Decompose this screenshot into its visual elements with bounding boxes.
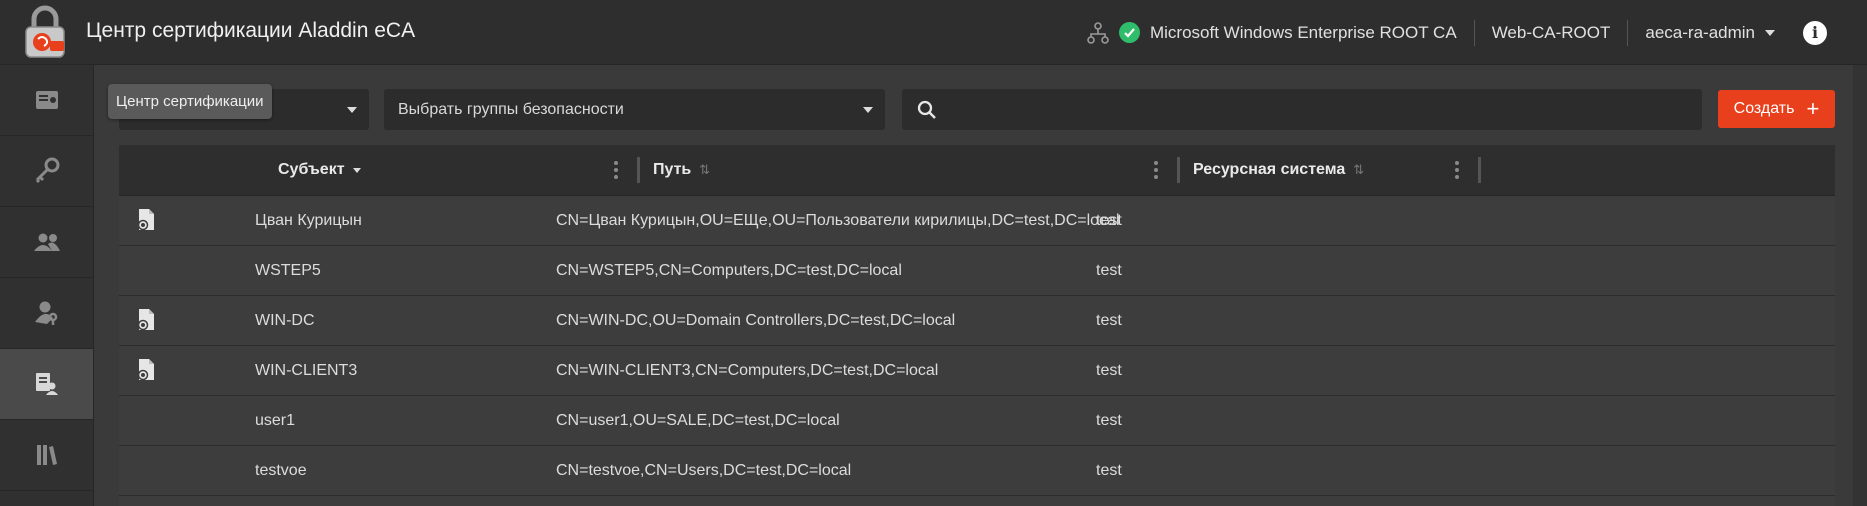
table-row[interactable]: WSTEP5 CN=WSTEP5,CN=Computers,DC=test,DC=… (119, 246, 1835, 296)
table-row[interactable]: Цван Курицын CN=Цван Курицын,OU=ЕЩе,OU=По… (119, 196, 1835, 246)
search-input[interactable] (902, 89, 1702, 130)
cell-resource-system: test (1096, 262, 1122, 279)
users-icon (33, 233, 60, 251)
sidebar-item-keys[interactable] (0, 136, 93, 207)
column-header-resource-system[interactable]: Ресурсная система ⇅ (1193, 145, 1364, 195)
cell-resource-system: test (1096, 312, 1122, 329)
column-menu-icon[interactable] (1455, 161, 1459, 179)
cell-resource-system: test (1096, 212, 1122, 229)
divider (1627, 19, 1629, 46)
create-button[interactable]: Создать + (1718, 90, 1835, 128)
cell-subject: testvoe (255, 462, 307, 479)
app-title: Центр сертификации Aladdin eCA (86, 19, 416, 42)
chevron-down-icon (347, 107, 357, 113)
padlock-logo-icon[interactable] (20, 5, 70, 61)
column-label-resource-system: Ресурсная система (1193, 161, 1346, 178)
column-menu-icon[interactable] (1154, 161, 1158, 179)
subjects-icon (35, 373, 58, 395)
cell-resource-system: test (1096, 462, 1122, 479)
column-resize-handle[interactable] (1177, 157, 1180, 183)
table-row[interactable]: user1 CN=user1,OU=SALE,DC=test,DC=local te… (119, 396, 1835, 446)
column-resize-handle[interactable] (1478, 157, 1481, 183)
plus-icon: + (1806, 96, 1820, 121)
create-button-label: Создать (1733, 100, 1795, 117)
certificate-icon (35, 91, 58, 109)
user-key-icon (34, 301, 57, 325)
user-menu[interactable]: aeca-ra-admin (1645, 23, 1775, 43)
chevron-down-icon (863, 107, 873, 113)
main-content: Центр сертификации Выбрать группы безопа… (94, 65, 1867, 506)
cell-subject: user1 (255, 412, 296, 429)
cell-path: CN=WIN-CLIENT3,CN=Computers,DC=test,DC=l… (556, 362, 939, 379)
scrollbar[interactable] (1853, 65, 1867, 506)
ca-hierarchy-icon[interactable] (1087, 21, 1109, 44)
top-bar: Центр сертификации Aladdin eCA Microsoft… (0, 0, 1867, 65)
certificate-file-icon (136, 358, 158, 382)
sort-icon: ⇅ (699, 162, 711, 177)
cell-resource-system: test (1096, 412, 1122, 429)
cell-resource-system: test (1096, 362, 1122, 379)
security-groups-placeholder: Выбрать группы безопасности (398, 100, 624, 118)
column-label-path: Путь (653, 161, 692, 178)
sidebar-item-certificates[interactable] (0, 65, 93, 136)
cell-subject: WIN-CLIENT3 (255, 362, 358, 379)
column-header-subject[interactable]: Субъект (278, 145, 361, 195)
security-groups-select[interactable]: Выбрать группы безопасности (384, 89, 885, 130)
column-header-path[interactable]: Путь ⇅ (653, 145, 710, 195)
cell-subject: WSTEP5 (255, 262, 321, 279)
sidebar-item-users[interactable] (0, 207, 93, 278)
column-label-subject: Субъект (278, 161, 345, 178)
cell-subject: WIN-DC (255, 312, 315, 329)
sort-icon: ⇅ (1353, 162, 1365, 177)
sidebar-item-subjects[interactable] (0, 349, 93, 420)
sidebar (0, 65, 94, 506)
table-body: Цван Курицын CN=Цван Курицын,OU=ЕЩе,OU=По… (119, 196, 1835, 496)
table-row[interactable]: testvoe CN=testvoe,CN=Users,DC=test,DC=lo… (119, 446, 1835, 496)
certificate-file-icon (136, 208, 158, 232)
table-row[interactable]: WIN-CLIENT3 CN=WIN-CLIENT3,CN=Computers,D… (119, 346, 1835, 396)
info-icon[interactable]: i (1803, 20, 1827, 45)
column-resize-handle[interactable] (637, 157, 640, 183)
cell-path: CN=WIN-DC,OU=Domain Controllers,DC=test,… (556, 312, 956, 329)
certificate-file-icon (136, 308, 158, 332)
cell-path: CN=testvoe,CN=Users,DC=test,DC=local (556, 462, 852, 479)
library-icon (36, 445, 57, 465)
keys-icon (35, 157, 59, 184)
cell-path: CN=Цван Курицын,OU=ЕЩе,OU=Пользователи к… (556, 212, 1120, 229)
search-icon (917, 100, 936, 119)
sidebar-item-library[interactable] (0, 420, 93, 491)
divider (1473, 19, 1475, 46)
cell-path: CN=user1,OU=SALE,DC=test,DC=local (556, 412, 840, 429)
tooltip: Центр сертификации (108, 84, 272, 119)
sort-desc-icon (352, 167, 361, 173)
ca-name: Microsoft Windows Enterprise ROOT CA (1149, 22, 1457, 42)
table-header: Субъект Путь ⇅ Ресурсная система ⇅ (119, 145, 1835, 196)
table-row[interactable]: WIN-DC CN=WIN-DC,OU=Domain Controllers,DC… (119, 296, 1835, 346)
chevron-down-icon (1765, 29, 1775, 36)
sidebar-item-user-keys[interactable] (0, 278, 93, 349)
cell-subject: Цван Курицын (255, 212, 362, 229)
column-menu-icon[interactable] (614, 161, 618, 179)
user-name: aeca-ra-admin (1645, 22, 1755, 42)
ca-short-name: Web-CA-ROOT (1491, 22, 1611, 42)
cell-path: CN=WSTEP5,CN=Computers,DC=test,DC=local (556, 262, 902, 279)
status-ok-icon (1118, 22, 1140, 43)
subjects-table: Субъект Путь ⇅ Ресурсная система ⇅ Цван … (119, 145, 1835, 506)
